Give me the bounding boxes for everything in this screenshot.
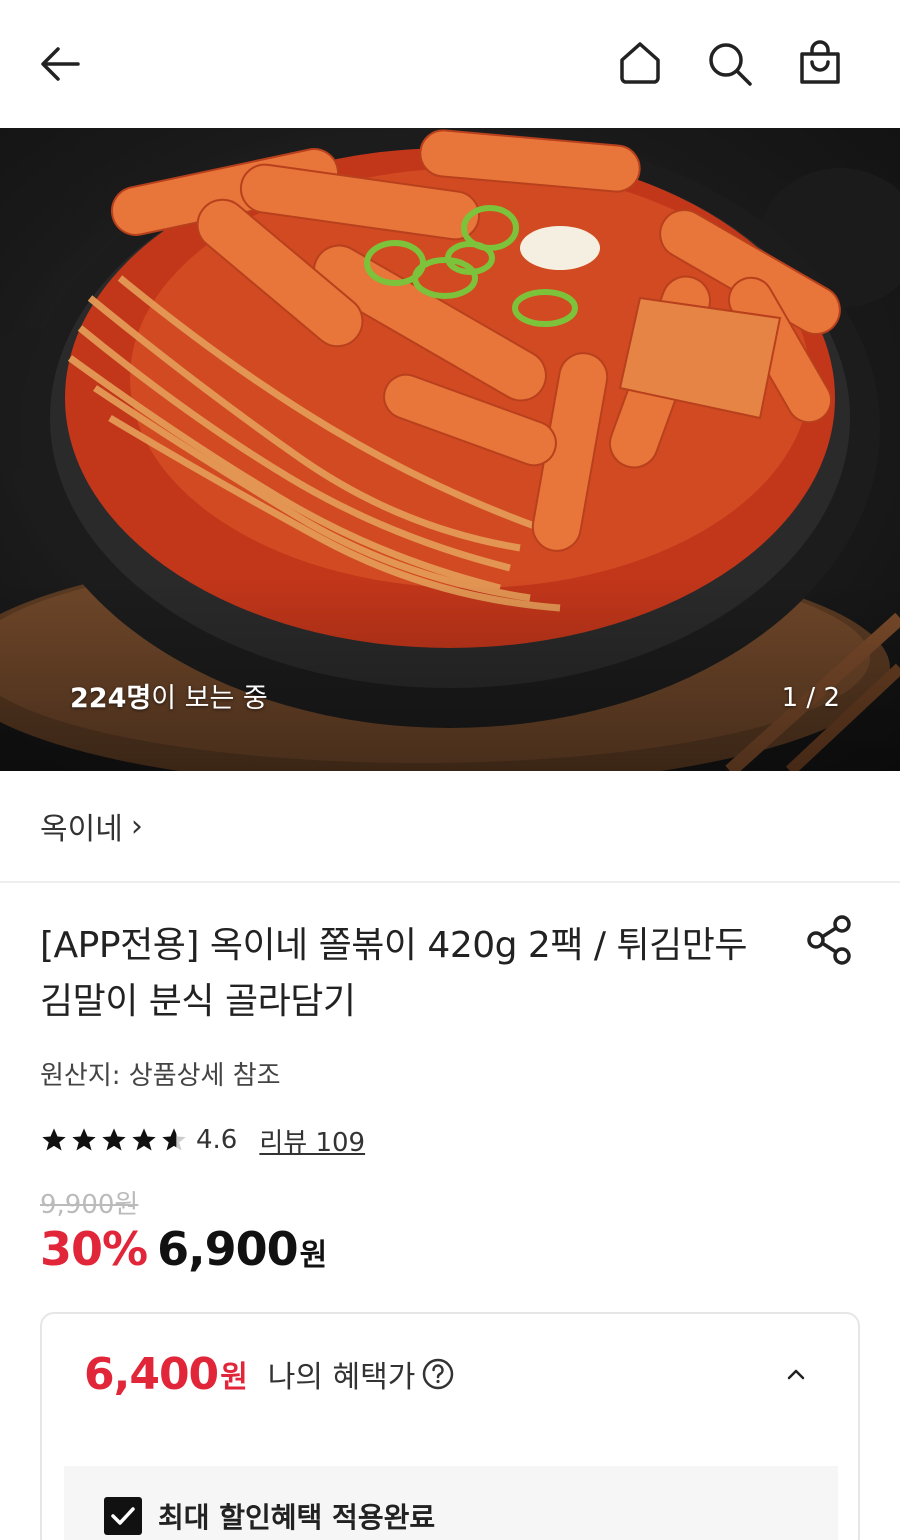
- checkmark-icon: [111, 1507, 135, 1525]
- origin-info: 원산지: 상품상세 참조: [40, 1061, 281, 1091]
- viewers-suffix: 이 보는 중: [151, 683, 268, 714]
- product-image-carousel[interactable]: 224명이 보는 중 1 / 2: [0, 128, 900, 771]
- search-button[interactable]: [698, 32, 762, 96]
- home-icon: [620, 42, 660, 84]
- max-discount-label: 최대 할인혜택 적용완료: [158, 1501, 436, 1534]
- question-circle-icon[interactable]: [421, 1357, 455, 1391]
- chevron-right-icon: ›: [130, 808, 143, 844]
- search-icon: [709, 43, 752, 86]
- product-title: [APP전용] 옥이네 쫄볶이 420g 2팩 / 튀김만두 김말이 분식 골라…: [40, 925, 747, 1022]
- discount-rate: 30%: [40, 1222, 148, 1276]
- back-arrow-icon: [41, 47, 80, 81]
- max-discount-check-row: 최대 할인혜택 적용완료: [104, 1496, 435, 1536]
- rating-row: 4.6 리뷰 109: [40, 1120, 365, 1160]
- my-benefit-panel: 6,400 원 나의 혜택가 최대 할인혜택 적용완료: [40, 1312, 860, 1540]
- brand-row: 옥이네 ›: [0, 771, 900, 883]
- cart-button[interactable]: [788, 32, 852, 96]
- chevron-up-icon[interactable]: [780, 1358, 812, 1390]
- shopping-bag-icon: [800, 40, 840, 84]
- price-row: 30% 6,900 원: [40, 1222, 327, 1276]
- image-pager: 1 / 2: [781, 683, 840, 713]
- star-icon: [102, 1128, 126, 1151]
- home-button[interactable]: [608, 32, 672, 96]
- star-icon: [132, 1128, 156, 1151]
- top-navigation-bar: [0, 0, 900, 128]
- viewers-number: 224명: [70, 683, 152, 714]
- price-currency: 원: [299, 1238, 328, 1273]
- benefit-currency: 원: [220, 1360, 248, 1395]
- original-price: 9,900원: [40, 1190, 139, 1220]
- star-icon: [42, 1128, 66, 1151]
- rating-stars: [40, 1126, 188, 1154]
- benefit-details: 최대 할인혜택 적용완료: [64, 1466, 838, 1540]
- rating-value: 4.6: [196, 1125, 238, 1155]
- brand-name: 옥이네: [40, 812, 123, 847]
- reviews-link[interactable]: 리뷰 109: [259, 1122, 365, 1159]
- benefit-label: 나의 혜택가: [267, 1360, 416, 1395]
- benefit-price: 6,400: [84, 1348, 219, 1400]
- benefit-header[interactable]: 6,400 원 나의 혜택가: [42, 1314, 858, 1434]
- max-discount-checkbox[interactable]: [104, 1497, 142, 1535]
- tteokbokki-image: [0, 128, 900, 771]
- viewers-count-label: 224명이 보는 중: [70, 676, 268, 715]
- share-icon: [807, 915, 851, 965]
- half-star-icon: [162, 1128, 186, 1151]
- back-button[interactable]: [28, 32, 92, 96]
- share-button[interactable]: [800, 910, 860, 970]
- sale-price: 6,900: [157, 1222, 299, 1276]
- star-icon: [72, 1128, 96, 1151]
- brand-link[interactable]: 옥이네 ›: [40, 804, 143, 848]
